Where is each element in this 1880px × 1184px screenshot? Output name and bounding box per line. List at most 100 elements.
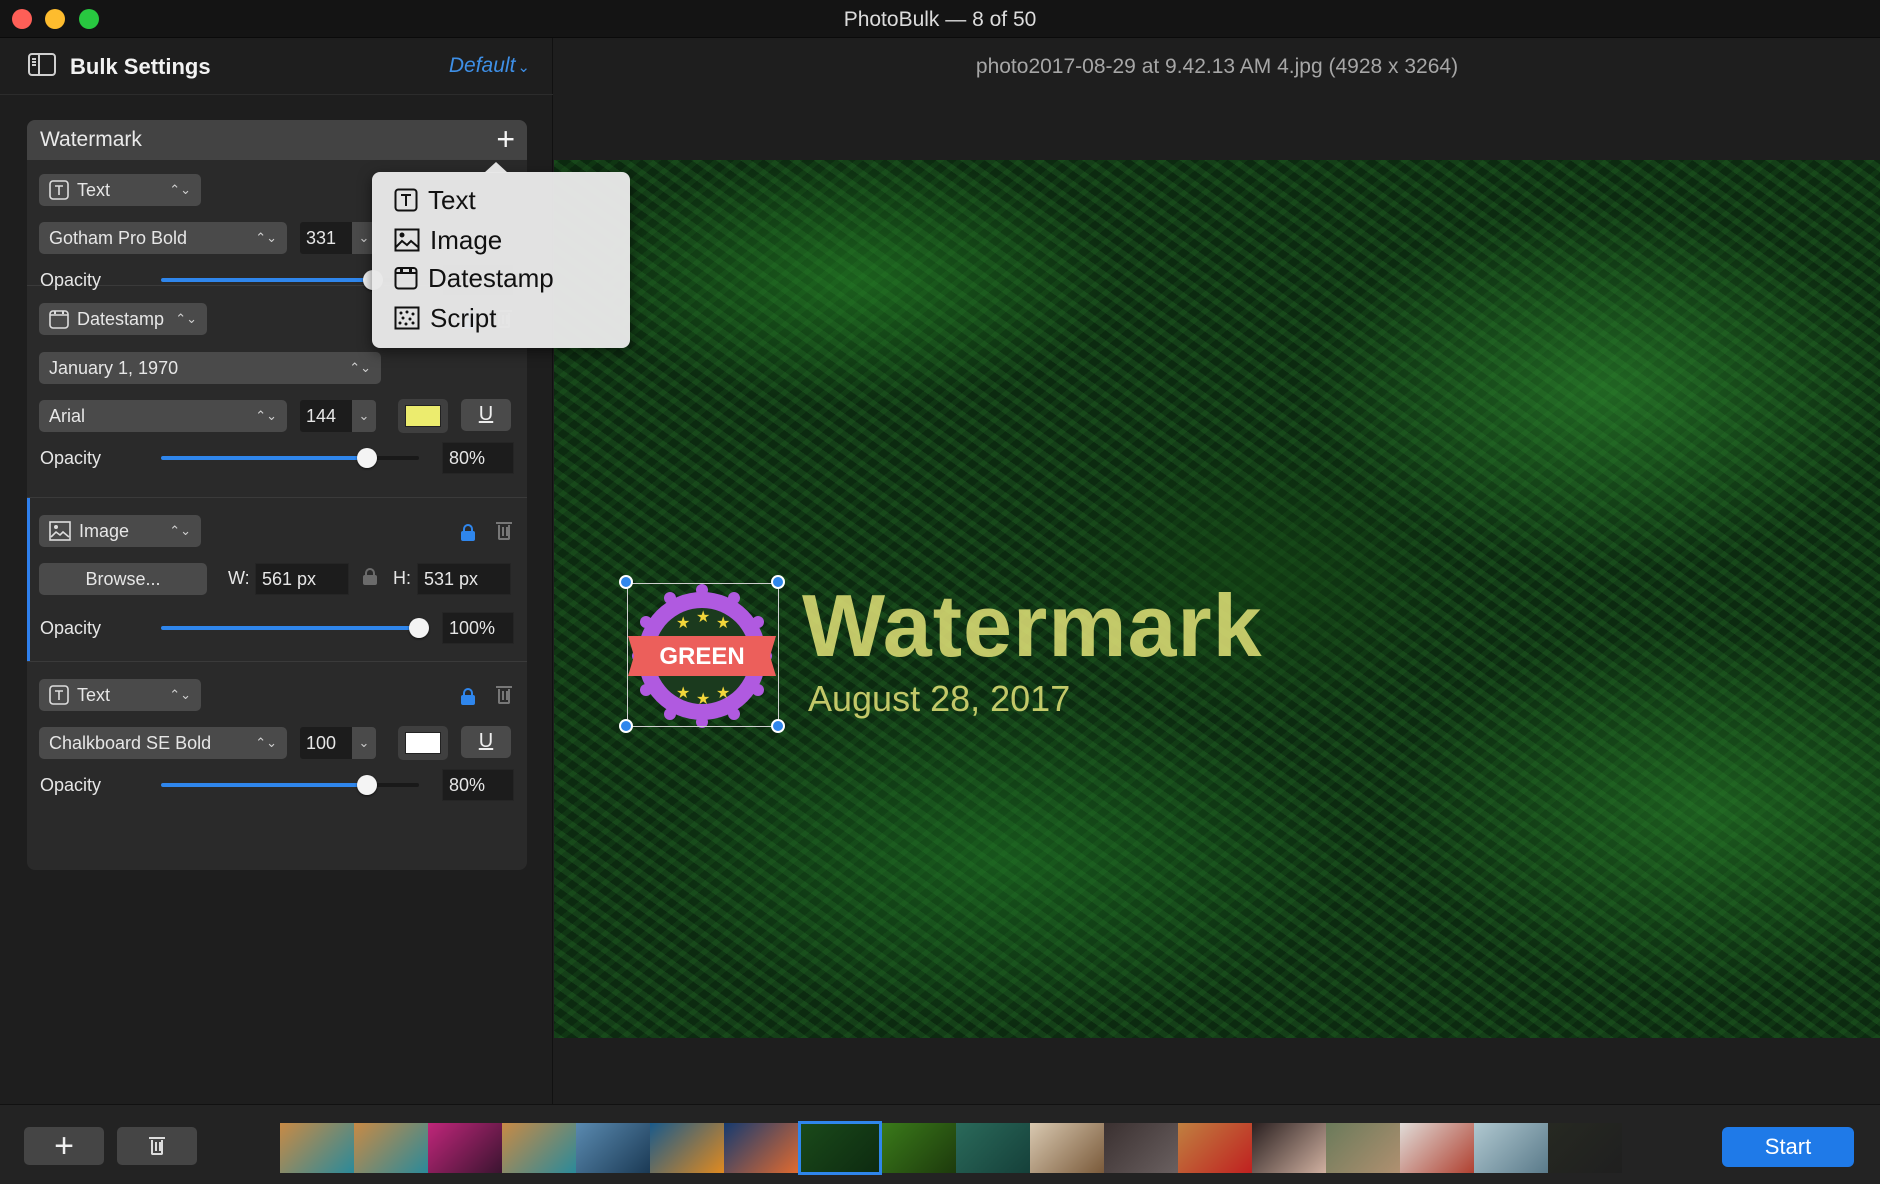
watermark-section-image: Image ⌃⌄ Browse... W: 561 px H: 531 px O…: [27, 498, 527, 662]
preview-area: photo2017-08-29 at 9.42.13 AM 4.jpg (492…: [554, 38, 1880, 1104]
opacity-label: Opacity: [40, 775, 102, 795]
font-select[interactable]: Chalkboard SE Bold ⌃⌄: [39, 727, 287, 759]
sidebar-title: Bulk Settings: [70, 54, 211, 79]
menu-item-label: Image: [430, 225, 503, 255]
height-label: H:: [393, 568, 411, 588]
watermark-section-text-2: Text ⌃⌄ Chalkboard SE Bold ⌃⌄ 100 ⌄ U Op…: [27, 662, 527, 870]
menu-item-image[interactable]: Image: [394, 222, 502, 258]
photo-thumbnail[interactable]: [798, 1121, 882, 1175]
photo-thumbnail[interactable]: [650, 1123, 724, 1173]
photo-thumbnail[interactable]: [956, 1123, 1030, 1173]
width-label: W:: [228, 568, 250, 588]
photo-thumbnail[interactable]: [1178, 1123, 1252, 1173]
font-size-input[interactable]: 100: [300, 727, 352, 759]
photobulk-window: PhotoBulk — 8 of 50 Bulk Settings Defaul…: [0, 0, 1880, 1184]
add-photos-button[interactable]: +: [24, 1127, 104, 1165]
slider-fill: [161, 456, 368, 460]
opacity-slider[interactable]: [161, 618, 429, 638]
opacity-slider[interactable]: [161, 775, 419, 795]
photo-thumbnail[interactable]: [428, 1123, 502, 1173]
text-watermark[interactable]: Watermark: [802, 575, 1263, 677]
photo-thumbnail[interactable]: [1548, 1123, 1622, 1173]
add-watermark-button[interactable]: +: [496, 122, 515, 156]
slider-thumb[interactable]: [409, 618, 429, 638]
opacity-value[interactable]: 80%: [442, 442, 514, 474]
slider-fill: [161, 783, 368, 787]
selection-box: [627, 583, 779, 727]
opacity-value[interactable]: 80%: [442, 769, 514, 801]
trash-icon: [149, 1137, 165, 1155]
photo-thumbnail[interactable]: [280, 1123, 354, 1173]
updown-chevron-icon: ⌃⌄: [255, 735, 277, 750]
updown-chevron-icon: ⌃⌄: [349, 360, 371, 375]
slider-thumb[interactable]: [357, 448, 378, 468]
watermark-type-label: Image: [79, 521, 130, 541]
photo-thumbnail[interactable]: [354, 1123, 428, 1173]
photo-thumbnail[interactable]: [1400, 1123, 1474, 1173]
slider-fill: [161, 278, 373, 282]
menu-item-text[interactable]: Text: [394, 182, 476, 218]
datestamp-watermark[interactable]: August 28, 2017: [808, 678, 1070, 720]
menu-item-label: Script: [430, 303, 497, 333]
menu-item-datestamp[interactable]: Datestamp: [394, 260, 554, 296]
watermark-type-select[interactable]: Datestamp ⌃⌄: [39, 303, 207, 335]
photo-thumbnail[interactable]: [1474, 1123, 1548, 1173]
resize-handle-top-left[interactable]: [619, 575, 633, 589]
font-size-input[interactable]: 144: [300, 400, 352, 432]
preset-label: Default: [448, 54, 516, 77]
height-input[interactable]: 531 px: [417, 563, 511, 595]
lock-icon[interactable]: [461, 524, 475, 541]
photo-thumbnail[interactable]: [1252, 1123, 1326, 1173]
slider-fill: [161, 626, 419, 630]
calendar-icon: [394, 267, 418, 290]
opacity-slider[interactable]: [161, 448, 419, 468]
sidebar-toggle-icon[interactable]: [28, 53, 56, 76]
preset-dropdown[interactable]: Default ⌄: [449, 54, 530, 78]
photo-thumbnail[interactable]: [724, 1123, 798, 1173]
photo-thumbnail[interactable]: [1104, 1123, 1178, 1173]
photo-thumbnail[interactable]: [576, 1123, 650, 1173]
color-swatch: [405, 732, 441, 754]
watermark-type-select[interactable]: Text ⌃⌄: [39, 174, 201, 206]
updown-chevron-icon: ⌃⌄: [175, 311, 197, 326]
watermark-type-select[interactable]: Image ⌃⌄: [39, 515, 201, 547]
watermark-panel-header: Watermark +: [27, 120, 527, 160]
image-icon: [49, 520, 71, 541]
font-label: Gotham Pro Bold: [49, 228, 188, 248]
underline-button[interactable]: U: [461, 726, 511, 758]
font-select[interactable]: Arial ⌃⌄: [39, 400, 287, 432]
photo-thumbnail[interactable]: [502, 1123, 576, 1173]
width-input[interactable]: 561 px: [255, 563, 349, 595]
photo-thumbnail[interactable]: [882, 1123, 956, 1173]
updown-chevron-icon: ⌃⌄: [169, 687, 191, 702]
text-icon: [394, 188, 418, 212]
resize-handle-bottom-left[interactable]: [619, 719, 633, 733]
trash-icon[interactable]: [496, 522, 512, 540]
updown-chevron-icon: ⌃⌄: [169, 182, 191, 197]
watermark-type-label: Datestamp: [77, 309, 165, 329]
add-watermark-menu: Text Image Datestamp Script: [372, 162, 630, 348]
trash-icon[interactable]: [496, 686, 512, 704]
lock-icon[interactable]: [461, 688, 475, 705]
font-size-dropdown[interactable]: ⌄: [352, 400, 376, 432]
date-format-select[interactable]: January 1, 1970 ⌃⌄: [39, 352, 381, 384]
resize-handle-bottom-right[interactable]: [771, 719, 785, 733]
font-select[interactable]: Gotham Pro Bold ⌃⌄: [39, 222, 287, 254]
aspect-lock-icon[interactable]: [363, 568, 377, 585]
photo-thumbnail[interactable]: [1030, 1123, 1104, 1173]
font-label: Chalkboard SE Bold: [49, 733, 212, 753]
start-button[interactable]: Start: [1722, 1127, 1854, 1167]
font-size-input[interactable]: 331: [300, 222, 352, 254]
color-picker-button[interactable]: [398, 399, 448, 433]
resize-handle-top-right[interactable]: [771, 575, 785, 589]
slider-thumb[interactable]: [357, 775, 378, 795]
watermark-type-select[interactable]: Text ⌃⌄: [39, 679, 201, 711]
font-size-dropdown[interactable]: ⌄: [352, 727, 376, 759]
color-picker-button[interactable]: [398, 726, 448, 760]
menu-item-script[interactable]: Script: [394, 300, 496, 336]
browse-button[interactable]: Browse...: [39, 563, 207, 595]
opacity-value[interactable]: 100%: [442, 612, 514, 644]
photo-thumbnail[interactable]: [1326, 1123, 1400, 1173]
underline-button[interactable]: U: [461, 399, 511, 431]
remove-photos-button[interactable]: [117, 1127, 197, 1165]
